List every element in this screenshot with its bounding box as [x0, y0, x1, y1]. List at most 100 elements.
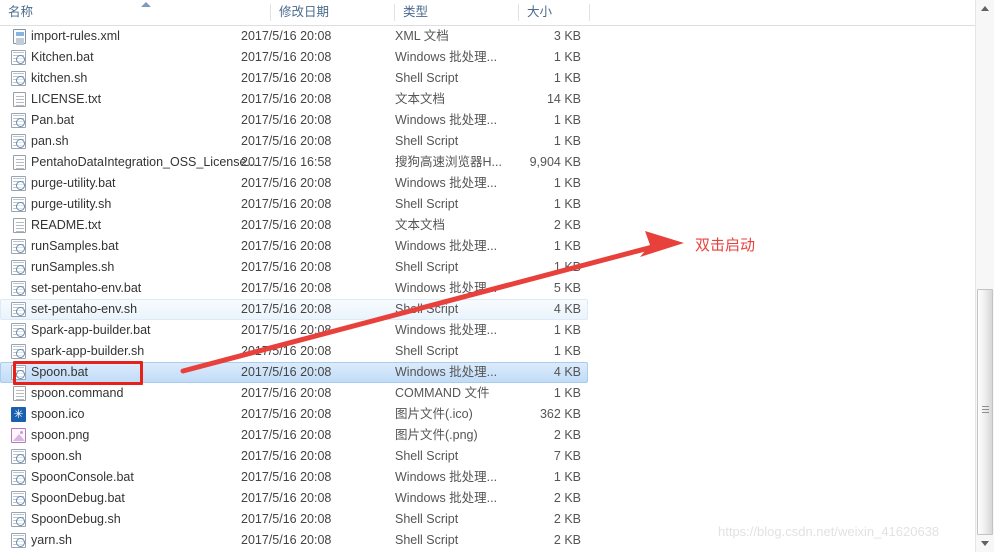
file-size-cell: 1 KB	[553, 260, 581, 274]
file-size-cell: 1 KB	[553, 176, 581, 190]
scroll-up-button[interactable]	[976, 0, 994, 17]
file-type-cell: 图片文件(.ico)	[395, 407, 473, 421]
file-date-cell: 2017/5/16 20:08	[241, 428, 332, 442]
file-size-cell: 7 KB	[553, 449, 581, 463]
file-type-cell: 文本文档	[395, 92, 446, 106]
file-row[interactable]: import-rules.xml 2017/5/16 20:08 XML 文档 3 K…	[0, 26, 588, 47]
file-type-cell: Shell Script	[395, 302, 459, 316]
file-name-cell: spoon.png	[31, 428, 90, 442]
script-file-icon	[11, 323, 26, 338]
file-row[interactable]: runSamples.sh 2017/5/16 20:08 Shell Script…	[0, 257, 588, 278]
file-name-cell: LICENSE.txt	[31, 92, 102, 106]
file-date-cell: 2017/5/16 20:08	[241, 113, 332, 127]
scroll-down-button[interactable]	[976, 535, 994, 552]
file-row[interactable]: pan.sh 2017/5/16 20:08 Shell Script 1 KB	[0, 131, 588, 152]
file-date-cell: 2017/5/16 20:08	[241, 134, 332, 148]
script-file-icon	[11, 113, 26, 128]
file-date-cell: 2017/5/16 20:08	[241, 302, 332, 316]
file-size-cell: 9,904 KB	[529, 155, 581, 169]
file-date-cell: 2017/5/16 20:08	[241, 218, 332, 232]
file-row[interactable]: spoon.ico 2017/5/16 20:08 图片文件(.ico) 362 KB	[0, 404, 588, 425]
file-row[interactable]: SpoonDebug.sh 2017/5/16 20:08 Shell Script…	[0, 509, 588, 530]
file-name-cell: Kitchen.bat	[31, 50, 94, 64]
file-row[interactable]: Pan.bat 2017/5/16 20:08 Windows 批处理... 1 KB	[0, 110, 588, 131]
file-row[interactable]: spoon.png 2017/5/16 20:08 图片文件(.png) 2 KB	[0, 425, 588, 446]
file-size-cell: 4 KB	[553, 302, 581, 316]
file-date-cell: 2017/5/16 20:08	[241, 344, 332, 358]
script-file-icon	[11, 50, 26, 65]
scrollbar-thumb[interactable]	[977, 289, 993, 535]
file-type-cell: Shell Script	[395, 134, 459, 148]
file-row[interactable]: PentahoDataIntegration_OSS_License... 201…	[0, 152, 588, 173]
file-type-cell: Windows 批处理...	[395, 176, 498, 190]
file-row[interactable]: Kitchen.bat 2017/5/16 20:08 Windows 批处理...…	[0, 47, 588, 68]
file-row[interactable]: LICENSE.txt 2017/5/16 20:08 文本文档 14 KB	[0, 89, 588, 110]
file-size-cell: 1 KB	[553, 386, 581, 400]
file-size-cell: 5 KB	[553, 281, 581, 295]
file-name-cell: SpoonDebug.bat	[31, 491, 125, 505]
script-file-icon	[11, 176, 26, 191]
file-name-cell: purge-utility.bat	[31, 176, 116, 190]
script-file-icon	[11, 134, 26, 149]
file-row[interactable]: set-pentaho-env.bat 2017/5/16 20:08 Window…	[0, 278, 588, 299]
column-header-type[interactable]: 类型	[395, 0, 518, 25]
file-type-cell: COMMAND 文件	[395, 386, 490, 400]
file-name-cell: runSamples.sh	[31, 260, 115, 274]
file-type-cell: 搜狗高速浏览器H...	[395, 155, 502, 169]
script-file-icon	[11, 491, 26, 506]
highlight-box-spoon-bat	[13, 361, 143, 385]
file-type-cell: XML 文档	[395, 29, 449, 43]
file-name-cell: spoon.ico	[31, 407, 85, 421]
file-size-cell: 4 KB	[553, 365, 581, 379]
file-row[interactable]: spoon.sh 2017/5/16 20:08 Shell Script 7 KB	[0, 446, 588, 467]
column-header-size[interactable]: 大小	[519, 0, 589, 25]
script-file-icon	[11, 512, 26, 527]
file-date-cell: 2017/5/16 20:08	[241, 449, 332, 463]
file-date-cell: 2017/5/16 20:08	[241, 281, 332, 295]
file-row[interactable]: spark-app-builder.sh 2017/5/16 20:08 Shell…	[0, 341, 588, 362]
file-size-cell: 1 KB	[553, 197, 581, 211]
file-type-cell: Shell Script	[395, 533, 459, 547]
file-size-cell: 2 KB	[553, 428, 581, 442]
vertical-scrollbar[interactable]	[975, 0, 994, 552]
scrollbar-grip-icon	[982, 406, 989, 413]
column-header-name[interactable]: 名称	[0, 0, 270, 25]
file-date-cell: 2017/5/16 20:08	[241, 239, 332, 253]
file-row[interactable]: SpoonDebug.bat 2017/5/16 20:08 Windows 批处理…	[0, 488, 588, 509]
text-file-icon	[13, 92, 26, 107]
file-size-cell: 3 KB	[553, 29, 581, 43]
file-date-cell: 2017/5/16 20:08	[241, 512, 332, 526]
file-row[interactable]: spoon.command 2017/5/16 20:08 COMMAND 文件 1 …	[0, 383, 588, 404]
file-row[interactable]: purge-utility.sh 2017/5/16 20:08 Shell Scr…	[0, 194, 588, 215]
file-size-cell: 14 KB	[546, 92, 581, 106]
file-row[interactable]: purge-utility.bat 2017/5/16 20:08 Windows …	[0, 173, 588, 194]
file-row[interactable]: Spark-app-builder.bat 2017/5/16 20:08 Wind…	[0, 320, 588, 341]
file-date-cell: 2017/5/16 20:08	[241, 365, 332, 379]
file-type-cell: Shell Script	[395, 197, 459, 211]
file-date-cell: 2017/5/16 20:08	[241, 407, 332, 421]
file-row[interactable]: set-pentaho-env.sh 2017/5/16 20:08 Shell S…	[0, 299, 588, 320]
blank-file-icon	[13, 386, 26, 401]
file-row[interactable]: README.txt 2017/5/16 20:08 文本文档 2 KB	[0, 215, 588, 236]
file-name-cell: runSamples.bat	[31, 239, 119, 253]
file-name-cell: spoon.command	[31, 386, 124, 400]
file-size-cell: 2 KB	[553, 533, 581, 547]
file-row[interactable]: yarn.sh 2017/5/16 20:08 Shell Script 2 KB	[0, 530, 588, 551]
watermark-url: https://blog.csdn.net/weixin_41620638	[718, 524, 940, 539]
file-size-cell: 1 KB	[553, 71, 581, 85]
script-file-icon	[11, 470, 26, 485]
file-name-cell: spark-app-builder.sh	[31, 344, 145, 358]
column-divider-4[interactable]	[589, 4, 590, 21]
script-file-icon	[11, 71, 26, 86]
file-row[interactable]: kitchen.sh 2017/5/16 20:08 Shell Script 1 K…	[0, 68, 588, 89]
column-header-date-modified[interactable]: 修改日期	[271, 0, 394, 25]
file-row[interactable]: runSamples.bat 2017/5/16 20:08 Windows 批处理…	[0, 236, 588, 257]
file-date-cell: 2017/5/16 16:58	[241, 155, 332, 169]
file-row[interactable]: SpoonConsole.bat 2017/5/16 20:08 Windows 批…	[0, 467, 588, 488]
file-type-cell: Windows 批处理...	[395, 491, 498, 505]
file-type-cell: Shell Script	[395, 449, 459, 463]
file-size-cell: 1 KB	[553, 113, 581, 127]
file-list[interactable]: import-rules.xml 2017/5/16 20:08 XML 文档 3 K…	[0, 26, 962, 552]
file-size-cell: 1 KB	[553, 239, 581, 253]
file-name-cell: purge-utility.sh	[31, 197, 112, 211]
